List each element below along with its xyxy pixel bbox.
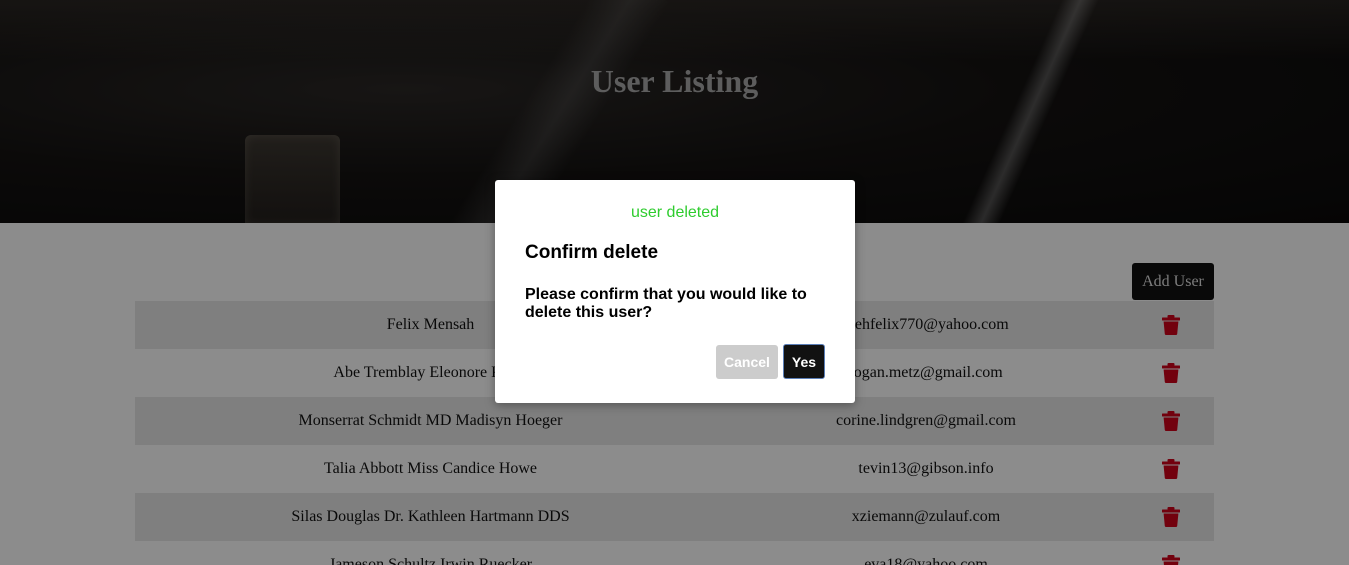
dialog-message: Please confirm that you would like to de… (525, 286, 807, 321)
status-message: user deleted (630, 204, 720, 221)
dialog-title: Confirm delete (525, 242, 659, 263)
confirm-delete-dialog: user deleted Confirm delete Please confi… (495, 180, 855, 403)
cancel-button[interactable]: Cancel (716, 345, 778, 379)
yes-button[interactable]: Yes (783, 344, 825, 379)
